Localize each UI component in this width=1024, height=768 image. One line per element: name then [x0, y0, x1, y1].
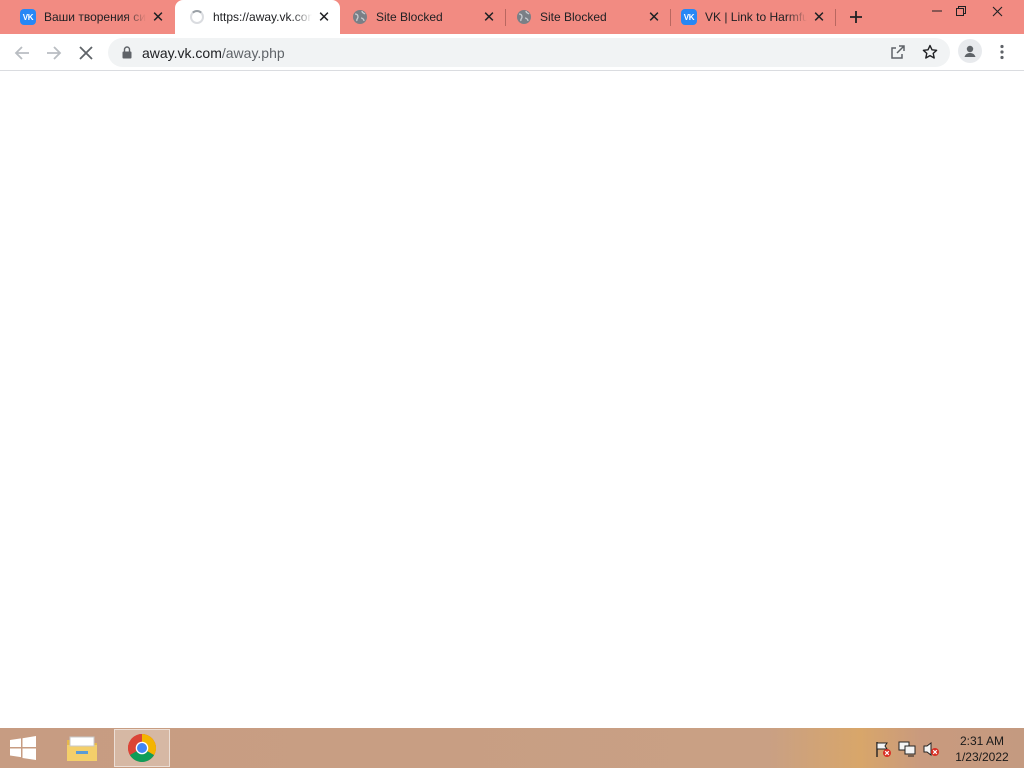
- tab-site-blocked-1[interactable]: Site Blocked ✕: [340, 0, 505, 34]
- bookmark-button[interactable]: [919, 41, 941, 63]
- url-host: away.vk.com: [142, 44, 222, 61]
- arrow-left-icon: [14, 46, 29, 60]
- plus-icon: [850, 11, 862, 23]
- tab-title: Site Blocked: [540, 10, 607, 24]
- arrow-right-icon: [47, 46, 62, 60]
- forward-button[interactable]: [40, 39, 68, 67]
- tab-title: VK | Link to Harmful: [705, 10, 807, 24]
- loading-spinner-icon: [189, 9, 205, 25]
- file-explorer-taskbar-button[interactable]: [54, 729, 110, 767]
- close-tab-icon[interactable]: ✕: [481, 9, 497, 25]
- tab-title: https://away.vk.com: [213, 10, 312, 24]
- stop-loading-button[interactable]: [72, 39, 100, 67]
- file-explorer-icon: [67, 736, 97, 761]
- globe-icon: [516, 9, 532, 25]
- page-content-area: [0, 71, 1024, 728]
- close-tab-icon[interactable]: ✕: [316, 9, 332, 25]
- new-tab-button[interactable]: [845, 6, 867, 28]
- close-tab-icon[interactable]: ✕: [150, 9, 166, 25]
- tab-separator: [835, 9, 836, 26]
- restore-button[interactable]: [946, 0, 976, 22]
- system-clock[interactable]: 2:31 AM 1/23/2022: [948, 733, 1016, 765]
- close-icon: [79, 46, 93, 60]
- star-icon: [922, 44, 938, 59]
- windows-taskbar: 2:31 AM 1/23/2022: [0, 728, 1024, 768]
- browser-toolbar: away.vk.com/away.php: [0, 34, 1024, 71]
- tab-title: Site Blocked: [376, 10, 443, 24]
- clock-time: 2:31 AM: [959, 734, 1005, 748]
- profile-button[interactable]: [958, 39, 982, 63]
- kebab-menu-icon: [1000, 44, 1004, 60]
- browser-menu-button[interactable]: [990, 39, 1014, 65]
- chrome-taskbar-button[interactable]: [114, 729, 170, 767]
- share-button[interactable]: [887, 41, 909, 63]
- vk-icon: VK: [20, 9, 36, 25]
- tab-strip: VK Ваши творения си ✕ https://away.vk.co…: [0, 0, 1024, 34]
- windows-logo-icon: [10, 736, 36, 760]
- network-icon[interactable]: [898, 740, 916, 758]
- tab-away-vk[interactable]: https://away.vk.com ✕: [175, 0, 340, 34]
- address-bar[interactable]: away.vk.com/away.php: [108, 38, 950, 67]
- start-button[interactable]: [8, 736, 38, 760]
- close-window-button[interactable]: [982, 0, 1012, 22]
- minimize-icon: [932, 10, 942, 12]
- tab-vk-harmful-link[interactable]: VK VK | Link to Harmful ✕: [671, 0, 835, 34]
- speaker-muted-icon[interactable]: [922, 740, 940, 758]
- lock-icon[interactable]: [120, 46, 134, 60]
- close-tab-icon[interactable]: ✕: [646, 9, 662, 25]
- chrome-icon: [128, 734, 156, 762]
- action-center-flag-icon[interactable]: [874, 740, 892, 758]
- globe-icon: [352, 9, 368, 25]
- tab-vk-creations[interactable]: VK Ваши творения си ✕: [0, 0, 174, 34]
- clock-date: 1/23/2022: [955, 750, 1009, 764]
- person-icon: [961, 42, 979, 60]
- url-path: /away.php: [221, 44, 285, 61]
- back-button[interactable]: [8, 39, 36, 67]
- close-tab-icon[interactable]: ✕: [811, 9, 827, 25]
- vk-icon: VK: [681, 9, 697, 25]
- close-icon: [992, 6, 1002, 16]
- url-text[interactable]: away.vk.com/away.php: [142, 45, 285, 61]
- share-icon: [891, 45, 905, 59]
- tab-site-blocked-2[interactable]: Site Blocked ✕: [506, 0, 670, 34]
- tab-title: Ваши творения си: [44, 10, 146, 24]
- restore-icon: [956, 6, 966, 16]
